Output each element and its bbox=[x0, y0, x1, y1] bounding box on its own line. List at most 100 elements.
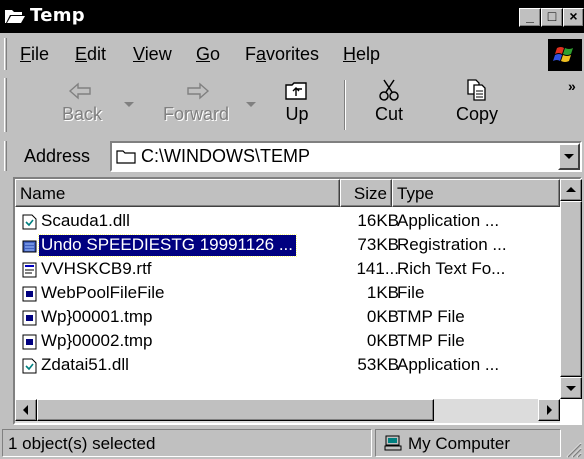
forward-button[interactable]: Forward bbox=[146, 78, 246, 134]
status-selection-text: 1 object(s) selected bbox=[8, 434, 156, 453]
list-item[interactable]: VVHSKCB9.rtf 141... Rich Text Fo... bbox=[15, 258, 560, 282]
list-item[interactable]: Scauda1.dll 16KB Application ... bbox=[15, 210, 560, 234]
file-type: Registration ... bbox=[397, 235, 507, 254]
back-arrow-icon bbox=[68, 82, 91, 100]
menu-view[interactable]: View bbox=[133, 44, 172, 65]
arrow-right-icon bbox=[547, 405, 552, 415]
minimize-button[interactable]: _ bbox=[519, 8, 541, 27]
scroll-up-button[interactable] bbox=[560, 179, 582, 201]
maximize-icon: □ bbox=[547, 8, 557, 24]
column-header-type-label: Type bbox=[397, 184, 434, 203]
menu-edit[interactable]: Edit bbox=[75, 44, 106, 65]
copy-icon bbox=[467, 79, 486, 101]
open-folder-icon bbox=[5, 10, 25, 23]
toolbar-separator bbox=[344, 80, 346, 130]
arrow-down-icon bbox=[566, 386, 576, 391]
window-title: Temp bbox=[30, 5, 85, 26]
address-dropdown-button[interactable] bbox=[558, 143, 580, 170]
menu-favorites[interactable]: Favorites bbox=[245, 44, 319, 65]
folder-icon bbox=[116, 150, 136, 164]
menu-file[interactable]: File bbox=[20, 44, 49, 65]
copy-label: Copy bbox=[455, 104, 499, 124]
close-icon: × bbox=[569, 8, 578, 24]
forward-arrow-icon bbox=[187, 82, 210, 100]
file-size: 0KB bbox=[366, 331, 399, 350]
menu-favorites-label: Favorites bbox=[245, 44, 320, 64]
rtf-icon bbox=[22, 262, 37, 278]
scroll-right-button[interactable] bbox=[538, 399, 560, 421]
scroll-down-button[interactable] bbox=[560, 377, 582, 399]
maximize-button[interactable]: □ bbox=[541, 8, 563, 27]
scissors-icon bbox=[379, 79, 399, 101]
menu-go-label: Go bbox=[196, 44, 221, 64]
scroll-left-button[interactable] bbox=[15, 399, 37, 421]
address-field[interactable]: C:\WINDOWS\TEMP bbox=[110, 141, 582, 172]
file-name: WebPoolFileFile bbox=[41, 283, 165, 302]
dll-icon bbox=[22, 358, 37, 374]
back-dropdown-arrow[interactable] bbox=[124, 102, 134, 107]
list-item[interactable]: Zdatai51.dll 53KB Application ... bbox=[15, 354, 560, 378]
back-button[interactable]: Back bbox=[42, 78, 122, 134]
menubar-grip[interactable] bbox=[4, 38, 7, 70]
up-folder-icon bbox=[285, 82, 307, 100]
forward-dropdown-arrow[interactable] bbox=[246, 102, 256, 107]
menu-file-label: File bbox=[20, 44, 50, 64]
column-header-name[interactable]: Name bbox=[15, 179, 340, 207]
forward-label: Forward bbox=[162, 104, 229, 124]
status-zone-panel: My Computer bbox=[375, 429, 561, 457]
vertical-scrollbar[interactable] bbox=[560, 179, 582, 399]
arrow-up-icon bbox=[566, 187, 576, 192]
file-type: Application ... bbox=[397, 355, 500, 374]
file-size: 0KB bbox=[366, 307, 399, 326]
file-size: 141... bbox=[356, 259, 399, 278]
file-type: TMP File bbox=[397, 331, 465, 350]
status-selection-panel: 1 object(s) selected bbox=[2, 429, 372, 457]
resize-grip-icon[interactable] bbox=[564, 440, 582, 458]
toolbar-grip[interactable] bbox=[4, 78, 7, 132]
menu-bar: File Edit View Go Favorites Help bbox=[0, 35, 584, 73]
column-header-size[interactable]: Size bbox=[340, 179, 392, 207]
cut-button[interactable]: Cut bbox=[354, 78, 424, 134]
address-label: Address bbox=[24, 146, 91, 166]
list-item-selected[interactable]: Undo SPEEDIESTG 19991126 ... 73KB Regist… bbox=[15, 234, 560, 258]
file-size: 73KB bbox=[357, 235, 399, 254]
file-name: VVHSKCB9.rtf bbox=[41, 259, 152, 278]
column-header-name-label: Name bbox=[20, 184, 66, 203]
column-header-size-label: Size bbox=[353, 184, 387, 203]
horizontal-scroll-thumb[interactable] bbox=[37, 399, 434, 421]
list-header: Name Size Type bbox=[15, 179, 560, 207]
close-button[interactable]: × bbox=[563, 8, 584, 27]
list-item[interactable]: Wp}00002.tmp 0KB TMP File bbox=[15, 330, 560, 354]
minimize-icon: _ bbox=[526, 8, 534, 24]
up-button[interactable]: Up bbox=[262, 78, 332, 134]
toolbar-overflow-chevron[interactable]: » bbox=[568, 78, 576, 94]
menu-go[interactable]: Go bbox=[196, 44, 220, 65]
horizontal-scrollbar[interactable] bbox=[15, 399, 560, 423]
file-name: Scauda1.dll bbox=[41, 211, 130, 230]
registry-icon bbox=[22, 240, 37, 253]
file-type: Application ... bbox=[397, 211, 500, 230]
file-name: Wp}00001.tmp bbox=[41, 307, 153, 326]
column-header-type[interactable]: Type bbox=[392, 179, 560, 207]
explorer-window: Temp _ □ × File Edit View Go Favorites H… bbox=[0, 0, 584, 459]
vertical-scroll-thumb[interactable] bbox=[560, 201, 582, 377]
list-item[interactable]: Wp}00001.tmp 0KB TMP File bbox=[15, 306, 560, 330]
file-name: Zdatai51.dll bbox=[41, 355, 129, 374]
cut-label: Cut bbox=[374, 104, 403, 124]
title-bar[interactable]: Temp _ □ × bbox=[0, 0, 584, 33]
arrow-left-icon bbox=[23, 405, 28, 415]
copy-button[interactable]: Copy bbox=[432, 78, 522, 134]
my-computer-icon bbox=[384, 435, 402, 451]
file-icon bbox=[22, 310, 37, 326]
file-type: TMP File bbox=[397, 307, 465, 326]
address-value: C:\WINDOWS\TEMP bbox=[141, 146, 310, 166]
list-item[interactable]: WebPoolFileFile 1KB File bbox=[15, 282, 560, 306]
menu-help-label: Help bbox=[343, 44, 381, 64]
file-size: 16KB bbox=[357, 211, 399, 230]
file-size: 1KB bbox=[366, 283, 399, 302]
addressbar-grip[interactable] bbox=[4, 141, 7, 171]
file-type: Rich Text Fo... bbox=[397, 259, 506, 278]
file-icon bbox=[22, 286, 37, 302]
file-list[interactable]: Name Size Type Scauda1.dll 16KB Applicat… bbox=[13, 177, 582, 425]
menu-help[interactable]: Help bbox=[343, 44, 380, 65]
